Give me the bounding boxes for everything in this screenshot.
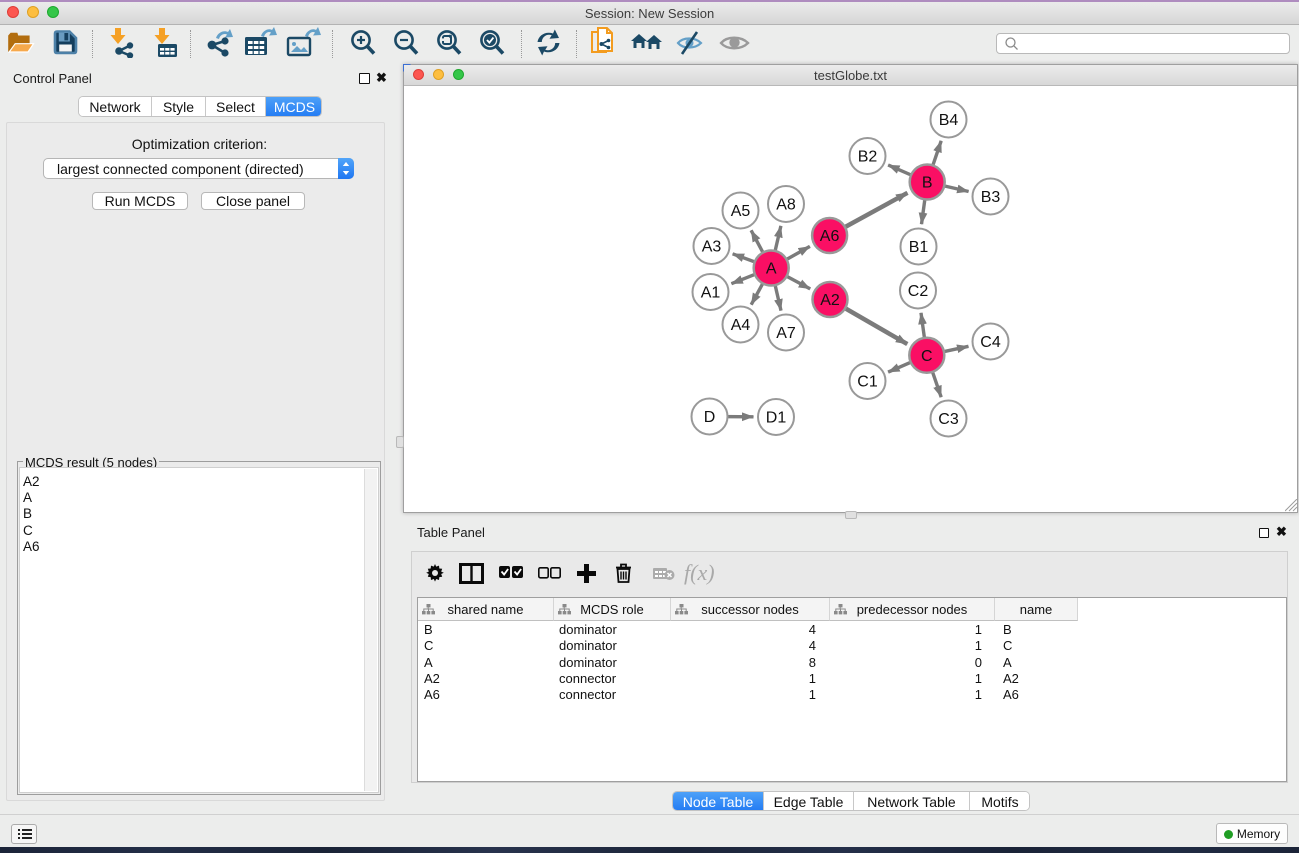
svg-text:A: A (766, 261, 777, 278)
svg-text:A2: A2 (820, 292, 840, 309)
svg-text:A6: A6 (820, 228, 840, 245)
svg-text:A7: A7 (776, 325, 796, 342)
svg-text:C4: C4 (980, 334, 1001, 351)
svg-text:A5: A5 (731, 203, 751, 220)
svg-text:A1: A1 (701, 285, 721, 302)
svg-text:A3: A3 (702, 239, 722, 256)
svg-text:B4: B4 (939, 112, 959, 129)
svg-text:B2: B2 (858, 149, 878, 166)
svg-text:D: D (704, 409, 716, 426)
svg-text:C2: C2 (908, 283, 929, 300)
svg-text:C3: C3 (938, 411, 959, 428)
svg-text:A4: A4 (731, 317, 751, 334)
svg-text:D1: D1 (766, 410, 787, 427)
svg-text:B: B (922, 175, 933, 192)
svg-text:B1: B1 (909, 239, 929, 256)
svg-text:C: C (921, 348, 933, 365)
svg-text:B3: B3 (981, 189, 1001, 206)
svg-text:A8: A8 (776, 197, 796, 214)
svg-text:C1: C1 (857, 374, 878, 391)
